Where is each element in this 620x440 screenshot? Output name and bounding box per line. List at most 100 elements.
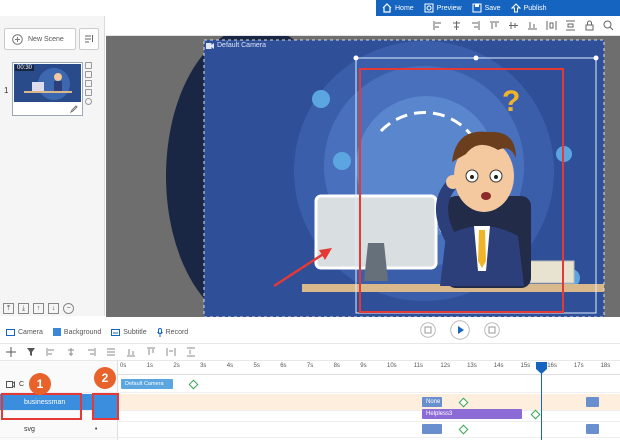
- ruler-tick-label: 9s: [360, 363, 367, 369]
- align-center-icon[interactable]: [451, 20, 462, 31]
- svg-text:?: ?: [502, 85, 520, 118]
- align-center-icon[interactable]: [66, 347, 76, 357]
- tab-background[interactable]: Background: [52, 328, 101, 336]
- move-icon[interactable]: [6, 347, 16, 357]
- align-right-icon[interactable]: [470, 20, 481, 31]
- clip-label: Default Camera: [125, 381, 164, 387]
- ruler-tick-label: 12s: [440, 363, 451, 369]
- save-button[interactable]: Save: [472, 3, 501, 13]
- align-bottom-icon[interactable]: [527, 20, 538, 31]
- ruler-tick-label: 1s: [146, 363, 154, 369]
- clip-none[interactable]: None: [422, 397, 442, 407]
- canvas-toolbar: [106, 16, 620, 36]
- copy-scene-icon[interactable]: [85, 62, 92, 69]
- distribute-horizontal-icon[interactable]: [166, 347, 176, 357]
- next-scene-icon[interactable]: [484, 322, 500, 338]
- remove-icon[interactable]: −: [63, 303, 74, 314]
- new-scene-label: New Scene: [28, 35, 64, 43]
- preview-label: Preview: [436, 4, 462, 12]
- zoom-icon[interactable]: [603, 20, 614, 31]
- keyframe-icon[interactable]: [458, 397, 469, 408]
- camera-icon: [6, 380, 15, 388]
- scene-thumbnail-image: 00:30: [14, 64, 81, 102]
- clip-svg[interactable]: [422, 424, 442, 434]
- ruler-tick-label: 10s: [387, 363, 397, 369]
- transition-icon[interactable]: [85, 89, 92, 96]
- ruler-tick-label: 11s: [413, 363, 423, 369]
- clip-end[interactable]: [586, 397, 599, 407]
- save-icon: [472, 3, 482, 13]
- timeline-tabs: Camera Background Subtitle Record: [0, 324, 420, 340]
- duplicate-scene-icon[interactable]: [85, 71, 92, 78]
- subtitle-icon: [111, 328, 121, 336]
- home-button[interactable]: Home: [382, 3, 414, 13]
- keyframe-icon[interactable]: [530, 409, 541, 420]
- keyframe-icon[interactable]: [458, 424, 469, 435]
- ruler-tick-label: 13s: [467, 363, 477, 369]
- clip-default-camera[interactable]: Default Camera: [121, 379, 173, 389]
- move-up-icon[interactable]: ↑: [33, 303, 44, 314]
- layer-name: svg: [24, 425, 35, 433]
- callout-2: 2: [94, 367, 116, 389]
- playhead-handle-icon[interactable]: [536, 362, 547, 374]
- highlight-layer-name: [1, 393, 82, 420]
- layer-visibility-dot[interactable]: •: [95, 426, 97, 433]
- move-down-icon[interactable]: ↓: [48, 303, 59, 314]
- stage-illustration: ?: [166, 36, 605, 317]
- filter-icon[interactable]: [26, 347, 36, 357]
- preview-button[interactable]: Preview: [424, 3, 462, 13]
- align-middle-icon[interactable]: [508, 20, 519, 31]
- new-scene-button[interactable]: New Scene: [4, 28, 76, 50]
- ruler-tick-label: 6s: [280, 363, 287, 369]
- ruler-tick-label: 2s: [173, 363, 180, 369]
- clip-label: Helpless3: [426, 411, 453, 417]
- align-right-icon[interactable]: [86, 347, 96, 357]
- publish-button[interactable]: Publish: [510, 3, 547, 13]
- distribute-vertical-icon[interactable]: [186, 347, 196, 357]
- track-businessman-action: Helpless3: [118, 408, 620, 422]
- play-button[interactable]: [450, 320, 470, 340]
- tab-camera-label: Camera: [18, 328, 43, 336]
- preview-icon: [424, 3, 434, 13]
- align-left-icon[interactable]: [432, 20, 443, 31]
- scene-menu-button[interactable]: [79, 28, 99, 50]
- timeline-toolbar: [0, 343, 620, 361]
- clip-helpless3[interactable]: Helpless3: [422, 409, 522, 419]
- microphone-icon: [156, 327, 163, 337]
- background-icon: [52, 328, 61, 336]
- insert-after-icon[interactable]: ⤓: [18, 303, 29, 314]
- previous-scene-icon[interactable]: [420, 322, 436, 338]
- ruler-tick-label: 15s: [520, 363, 531, 369]
- distribute-vertical-icon[interactable]: [565, 20, 576, 31]
- tab-camera[interactable]: Camera: [6, 328, 43, 336]
- align-left-icon[interactable]: [46, 347, 56, 357]
- distribute-icon[interactable]: [106, 347, 116, 357]
- tab-subtitle[interactable]: Subtitle: [111, 328, 147, 336]
- keyframe-icon[interactable]: [188, 379, 199, 390]
- edit-icon[interactable]: [70, 105, 78, 113]
- distribute-icon[interactable]: [546, 20, 557, 31]
- scene-tools: [85, 62, 93, 105]
- align-top-icon[interactable]: [489, 20, 500, 31]
- layer-row-svg[interactable]: svg •: [0, 421, 118, 438]
- ruler-tick-label: 14s: [493, 363, 504, 369]
- lock-icon[interactable]: [584, 20, 595, 31]
- align-top-icon[interactable]: [146, 347, 156, 357]
- delete-scene-icon[interactable]: [85, 80, 92, 87]
- camera-icon: [6, 328, 15, 336]
- publish-icon: [510, 3, 521, 13]
- track-svg: [118, 421, 620, 438]
- insert-before-icon[interactable]: ⤒: [3, 303, 14, 314]
- favorite-icon[interactable]: [85, 98, 92, 105]
- scene-thumbnail[interactable]: 00:30: [12, 62, 83, 116]
- callout-1: 1: [29, 373, 51, 395]
- align-bottom-icon[interactable]: [126, 347, 136, 357]
- tab-subtitle-label: Subtitle: [123, 328, 147, 336]
- clip-end[interactable]: [586, 424, 599, 434]
- camera-tag: Default Camera: [206, 42, 266, 49]
- tab-record[interactable]: Record: [156, 327, 188, 337]
- ruler-tick-label: 3s: [200, 363, 207, 369]
- canvas-area[interactable]: ? Default Camera: [106, 36, 620, 317]
- clip-label: None: [426, 399, 441, 405]
- ruler-tick-label: 7s: [306, 363, 314, 369]
